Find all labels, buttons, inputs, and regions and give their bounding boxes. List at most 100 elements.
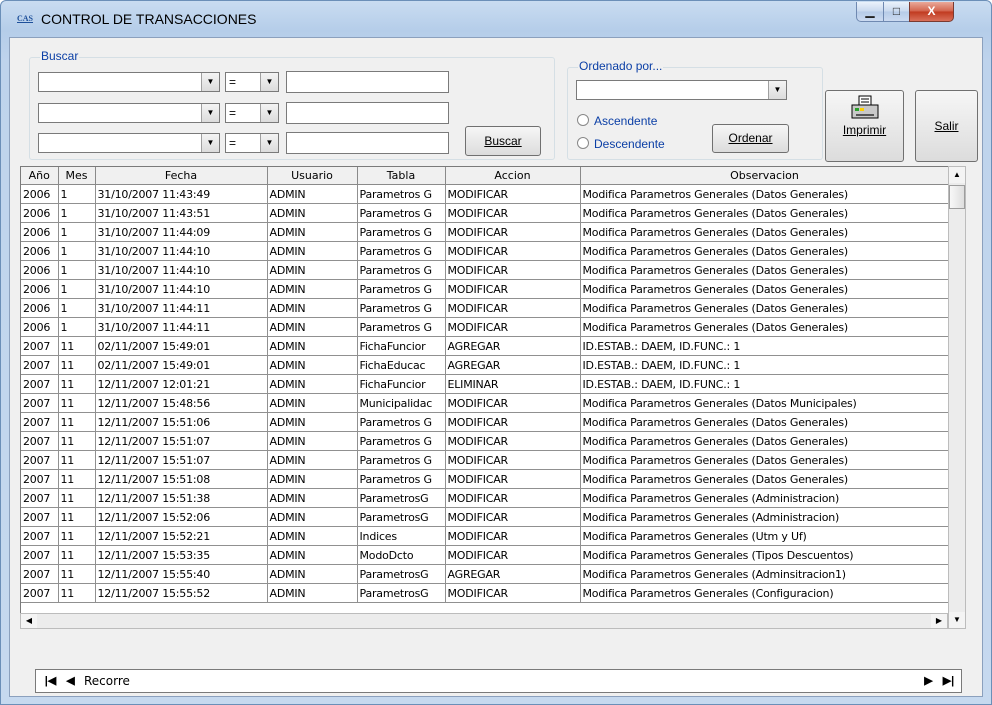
table-cell[interactable]: 12/11/2007 15:51:38 bbox=[95, 488, 268, 508]
table-cell[interactable]: 11 bbox=[58, 355, 96, 375]
table-cell[interactable]: 11 bbox=[58, 374, 96, 394]
table-cell[interactable]: MODIFICAR bbox=[445, 279, 581, 299]
table-cell[interactable]: ParametrosG bbox=[357, 488, 446, 508]
table-cell[interactable]: Modifica Parametros Generales (Utm y Uf) bbox=[580, 526, 949, 546]
table-row[interactable]: 2007 11 02/11/2007 15:49:01 ADMIN FichaFunci… bbox=[21, 336, 949, 356]
table-row[interactable]: 2007 11 12/11/2007 12:01:21 ADMIN FichaFunci… bbox=[21, 374, 949, 394]
previous-record-icon[interactable]: ◀ bbox=[62, 672, 79, 690]
table-cell[interactable]: FichaEducac bbox=[357, 355, 446, 375]
table-row[interactable]: 2007 11 02/11/2007 15:49:01 ADMIN FichaEduca… bbox=[21, 355, 949, 375]
table-cell[interactable]: ADMIN bbox=[267, 412, 358, 432]
table-cell[interactable]: 12/11/2007 15:51:06 bbox=[95, 412, 268, 432]
column-header[interactable]: Usuario bbox=[267, 167, 358, 185]
table-cell[interactable]: 12/11/2007 15:53:35 bbox=[95, 545, 268, 565]
table-cell[interactable]: 31/10/2007 11:43:51 bbox=[95, 203, 268, 223]
table-row[interactable]: 2007 11 12/11/2007 15:52:06 ADMIN Parametros… bbox=[21, 507, 949, 527]
table-cell[interactable]: 31/10/2007 11:44:11 bbox=[95, 298, 268, 318]
table-cell[interactable]: ADMIN bbox=[267, 184, 358, 204]
table-cell[interactable]: ID.ESTAB.: DAEM, ID.FUNC.: 1 bbox=[580, 336, 949, 356]
chevron-down-icon[interactable]: ▼ bbox=[201, 134, 219, 152]
chevron-down-icon[interactable]: ▼ bbox=[260, 134, 278, 152]
table-cell[interactable]: ADMIN bbox=[267, 317, 358, 337]
table-cell[interactable]: ADMIN bbox=[267, 469, 358, 489]
table-cell[interactable]: ADMIN bbox=[267, 564, 358, 584]
table-row[interactable]: 2007 11 12/11/2007 15:51:06 ADMIN Parametros… bbox=[21, 412, 949, 432]
table-cell[interactable]: MODIFICAR bbox=[445, 412, 581, 432]
table-cell[interactable]: 2006 bbox=[21, 260, 59, 280]
table-cell[interactable]: Parametros G bbox=[357, 298, 446, 318]
table-cell[interactable]: Modifica Parametros Generales (Datos Gen… bbox=[580, 241, 949, 261]
table-cell[interactable]: 2006 bbox=[21, 279, 59, 299]
exit-button[interactable]: Salir bbox=[915, 90, 978, 162]
table-cell[interactable]: 11 bbox=[58, 336, 96, 356]
table-cell[interactable]: 11 bbox=[58, 507, 96, 527]
table-row[interactable]: 2007 11 12/11/2007 15:51:38 ADMIN Parametros… bbox=[21, 488, 949, 508]
table-cell[interactable]: AGREGAR bbox=[445, 355, 581, 375]
table-cell[interactable]: 11 bbox=[58, 488, 96, 508]
table-cell[interactable]: Parametros G bbox=[357, 412, 446, 432]
table-cell[interactable]: 31/10/2007 11:44:09 bbox=[95, 222, 268, 242]
table-cell[interactable]: 11 bbox=[58, 469, 96, 489]
horizontal-scrollbar[interactable]: ◀ ▶ bbox=[20, 613, 948, 629]
table-cell[interactable]: 12/11/2007 15:51:08 bbox=[95, 469, 268, 489]
order-button[interactable]: Ordenar bbox=[712, 124, 789, 153]
vertical-scrollbar[interactable]: ▲ ▼ bbox=[948, 166, 966, 629]
table-cell[interactable]: FichaFuncior bbox=[357, 374, 446, 394]
table-cell[interactable]: 2006 bbox=[21, 241, 59, 261]
table-cell[interactable]: 2006 bbox=[21, 298, 59, 318]
table-cell[interactable]: 2007 bbox=[21, 507, 59, 527]
table-cell[interactable]: 11 bbox=[58, 431, 96, 451]
first-record-icon[interactable]: |◀ bbox=[42, 672, 59, 690]
table-cell[interactable]: 2006 bbox=[21, 184, 59, 204]
table-cell[interactable]: ADMIN bbox=[267, 450, 358, 470]
table-cell[interactable]: Parametros G bbox=[357, 317, 446, 337]
table-cell[interactable]: 12/11/2007 15:51:07 bbox=[95, 450, 268, 470]
table-cell[interactable]: 2007 bbox=[21, 412, 59, 432]
table-cell[interactable]: Modifica Parametros Generales (Datos Gen… bbox=[580, 317, 949, 337]
table-cell[interactable]: 31/10/2007 11:44:10 bbox=[95, 241, 268, 261]
table-cell[interactable]: MODIFICAR bbox=[445, 583, 581, 603]
table-cell[interactable]: Parametros G bbox=[357, 431, 446, 451]
table-cell[interactable]: 2007 bbox=[21, 374, 59, 394]
close-button[interactable]: X bbox=[909, 2, 954, 22]
table-cell[interactable]: 2007 bbox=[21, 393, 59, 413]
table-cell[interactable]: Modifica Parametros Generales (Datos Gen… bbox=[580, 203, 949, 223]
scroll-down-icon[interactable]: ▼ bbox=[949, 612, 965, 628]
table-cell[interactable]: ID.ESTAB.: DAEM, ID.FUNC.: 1 bbox=[580, 374, 949, 394]
column-header[interactable]: Año bbox=[21, 167, 59, 185]
table-cell[interactable]: Parametros G bbox=[357, 469, 446, 489]
search-field-select-3[interactable]: ▼ bbox=[38, 133, 220, 153]
table-cell[interactable]: Parametros G bbox=[357, 450, 446, 470]
table-row[interactable]: 2006 1 31/10/2007 11:44:11 ADMIN Parametros … bbox=[21, 317, 949, 337]
table-cell[interactable]: 1 bbox=[58, 222, 96, 242]
table-cell[interactable]: 2007 bbox=[21, 564, 59, 584]
table-cell[interactable]: 11 bbox=[58, 526, 96, 546]
chevron-down-icon[interactable]: ▼ bbox=[260, 73, 278, 91]
table-cell[interactable]: AGREGAR bbox=[445, 564, 581, 584]
search-value-input-1[interactable] bbox=[286, 71, 449, 93]
table-cell[interactable]: Modifica Parametros Generales (Datos Gen… bbox=[580, 450, 949, 470]
table-cell[interactable]: MODIFICAR bbox=[445, 526, 581, 546]
table-cell[interactable]: ADMIN bbox=[267, 279, 358, 299]
table-cell[interactable]: 12/11/2007 15:55:52 bbox=[95, 583, 268, 603]
table-cell[interactable]: ELIMINAR bbox=[445, 374, 581, 394]
search-operator-select-1[interactable]: = ▼ bbox=[225, 72, 279, 92]
table-cell[interactable]: MODIFICAR bbox=[445, 469, 581, 489]
table-cell[interactable]: 1 bbox=[58, 184, 96, 204]
table-cell[interactable]: MODIFICAR bbox=[445, 393, 581, 413]
table-cell[interactable]: MODIFICAR bbox=[445, 241, 581, 261]
table-cell[interactable]: 1 bbox=[58, 298, 96, 318]
table-cell[interactable]: 11 bbox=[58, 412, 96, 432]
table-cell[interactable]: 2006 bbox=[21, 222, 59, 242]
table-cell[interactable]: 12/11/2007 12:01:21 bbox=[95, 374, 268, 394]
scroll-left-icon[interactable]: ◀ bbox=[21, 614, 37, 628]
table-cell[interactable]: ADMIN bbox=[267, 336, 358, 356]
table-cell[interactable]: Modifica Parametros Generales (Datos Gen… bbox=[580, 260, 949, 280]
table-cell[interactable]: ADMIN bbox=[267, 507, 358, 527]
table-cell[interactable]: ADMIN bbox=[267, 583, 358, 603]
table-cell[interactable]: Modifica Parametros Generales (Datos Gen… bbox=[580, 412, 949, 432]
table-cell[interactable]: MODIFICAR bbox=[445, 507, 581, 527]
table-cell[interactable]: ADMIN bbox=[267, 222, 358, 242]
table-cell[interactable]: Modifica Parametros Generales (Datos Gen… bbox=[580, 431, 949, 451]
table-cell[interactable]: 11 bbox=[58, 393, 96, 413]
